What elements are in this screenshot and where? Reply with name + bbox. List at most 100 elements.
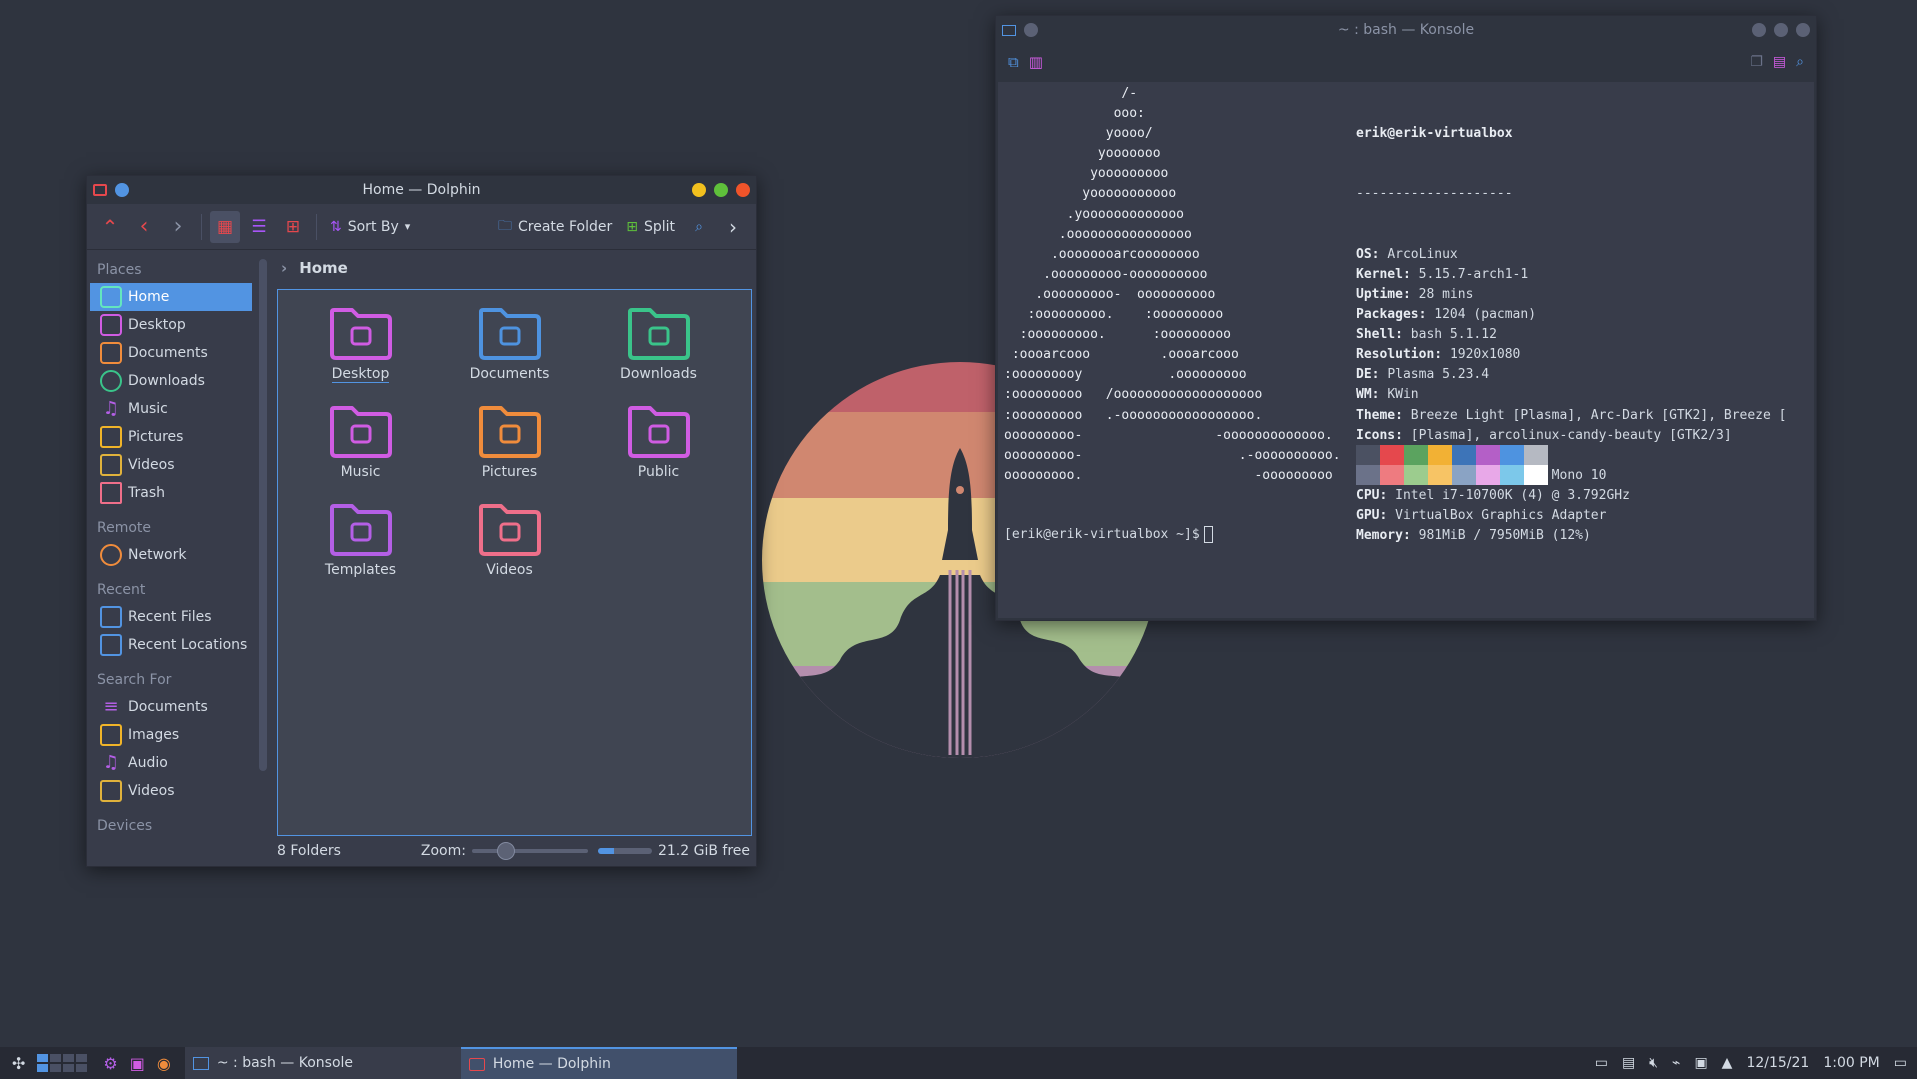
folder-item[interactable]: Videos — [435, 496, 584, 594]
usb-icon[interactable]: ⌁ — [1672, 1055, 1680, 1071]
more-button[interactable]: › — [718, 211, 748, 243]
find-icon[interactable]: ⌕ — [1796, 54, 1804, 70]
sidebar-item-recent-locations[interactable]: Recent Locations — [90, 631, 252, 659]
maximize-button[interactable] — [1774, 23, 1788, 37]
sidebar-item-recent-files[interactable]: Recent Files — [90, 603, 252, 631]
sidebar-item-videos[interactable]: Videos — [90, 451, 252, 479]
network-icon — [100, 544, 122, 566]
details-view-button[interactable]: ☰ — [244, 211, 274, 243]
icon-view[interactable]: Desktop Documents Downloads Music Pictur… — [277, 289, 752, 836]
forward-arrow-icon: › — [173, 214, 183, 239]
info-line: Icons: [Plasma], arcolinux-candy-beauty … — [1356, 427, 1732, 443]
folder-name: Public — [637, 464, 680, 480]
info-line: Theme: Breeze Light [Plasma], Arc-Dark [… — [1356, 407, 1787, 423]
screenshot-icon[interactable]: ▭ — [1595, 1055, 1608, 1071]
taskbar: ✣ ⚙ ▣ ◉ ~ : bash — Konsole Home — Dolphi… — [0, 1047, 1917, 1079]
close-button[interactable] — [1796, 23, 1810, 37]
minimize-button[interactable] — [1752, 23, 1766, 37]
sidebar-item-search-images[interactable]: Images — [90, 721, 252, 749]
split-button[interactable]: ⊞ Split — [621, 211, 680, 243]
settings-icon[interactable]: ⚙ — [103, 1054, 117, 1073]
info-value: KWin — [1387, 387, 1419, 403]
folder-item[interactable]: Music — [286, 398, 435, 496]
sidebar-item-desktop[interactable]: Desktop — [90, 311, 252, 339]
window-title: Home — Dolphin — [362, 182, 481, 198]
breadcrumb[interactable]: › Home — [277, 251, 752, 285]
icons-view-button[interactable]: ▦ — [210, 210, 240, 243]
tree-view-button[interactable]: ⊞ — [278, 211, 308, 243]
konsole-window[interactable]: ~ : bash — Konsole ⧉ ▥ ❐ ▤ ⌕ /- ooo: yoo… — [995, 15, 1817, 621]
date[interactable]: 12/15/21 — [1746, 1055, 1809, 1071]
time[interactable]: 1:00 PM — [1823, 1055, 1879, 1071]
folder-item[interactable]: Pictures — [435, 398, 584, 496]
app-launcher-icon[interactable]: ✣ — [12, 1054, 25, 1073]
pin-button[interactable] — [1024, 23, 1038, 37]
terminal-output[interactable]: /- ooo: yoooo/ yooooooo yooooooooo yoooo… — [998, 82, 1814, 618]
sidebar-item-search-videos[interactable]: Videos — [90, 777, 252, 805]
zoom-slider[interactable] — [471, 842, 588, 860]
paste-icon[interactable]: ▤ — [1773, 54, 1786, 70]
sidebar-scrollbar[interactable] — [259, 259, 267, 771]
public-folder-icon — [627, 406, 690, 458]
volume-muted-icon[interactable]: 🔇︎ — [1649, 1055, 1658, 1071]
search-button[interactable]: ⌕ — [684, 211, 714, 243]
folder-name: Documents — [469, 366, 550, 382]
maximize-button[interactable] — [714, 183, 728, 197]
sidebar-item-search-documents[interactable]: ≡ Documents — [90, 693, 252, 721]
folder-item[interactable]: Desktop — [286, 300, 435, 398]
zoom-slider-handle[interactable] — [497, 842, 516, 860]
task-dolphin[interactable]: Home — Dolphin — [460, 1047, 737, 1079]
folder-item[interactable]: Documents — [435, 300, 584, 398]
info-value: VirtualBox Graphics Adapter — [1395, 507, 1607, 523]
info-key: GPU — [1356, 507, 1380, 523]
folder-name: Downloads — [620, 366, 697, 382]
new-tab-icon[interactable]: ⧉ — [1008, 53, 1019, 71]
free-space: 21.2 GiB free — [657, 843, 750, 859]
info-key: Theme — [1356, 407, 1396, 423]
list-view-icon: ☰ — [251, 216, 267, 237]
info-key: Memory — [1356, 528, 1403, 544]
folder-count: 8 Folders — [277, 843, 341, 859]
back-arrow-icon: ‹ — [139, 214, 149, 239]
info-key: WM — [1356, 387, 1372, 403]
info-line: Resolution: 1920x1080 — [1356, 347, 1521, 363]
close-button[interactable] — [736, 183, 750, 197]
breadcrumb-home[interactable]: Home — [299, 259, 348, 277]
pager[interactable] — [37, 1054, 88, 1072]
templates-folder-icon — [329, 504, 392, 556]
info-line: Packages: 1204 (pacman) — [1356, 307, 1537, 323]
dolphin-titlebar[interactable]: Home — Dolphin — [87, 176, 756, 204]
back-button[interactable]: ‹ — [129, 211, 159, 243]
tray-expand-icon[interactable]: ▲ — [1722, 1055, 1733, 1071]
sidebar-item-music[interactable]: ♫ Music — [90, 395, 252, 423]
sidebar-item-home[interactable]: Home — [90, 283, 252, 311]
forward-button[interactable]: › — [163, 211, 193, 243]
pin-button[interactable] — [115, 183, 129, 197]
create-folder-button[interactable]: 🗀 Create Folder — [493, 211, 617, 243]
network-tray-icon[interactable]: ▣ — [1694, 1055, 1707, 1071]
dolphin-window[interactable]: Home — Dolphin ⌃ ‹ › ▦ ☰ ⊞ ⇅ Sort By ▾ 🗀… — [86, 175, 757, 867]
sort-by-button[interactable]: ⇅ Sort By ▾ — [325, 211, 415, 243]
up-arrow-icon: ⌃ — [101, 214, 119, 239]
up-button[interactable]: ⌃ — [95, 211, 125, 243]
store-icon[interactable]: ▣ — [130, 1054, 145, 1073]
task-konsole[interactable]: ~ : bash — Konsole — [184, 1047, 461, 1079]
firefox-icon[interactable]: ◉ — [157, 1054, 171, 1073]
sidebar-item-downloads[interactable]: Downloads — [90, 367, 252, 395]
folder-item[interactable]: Templates — [286, 496, 435, 594]
grid-view-icon: ▦ — [216, 216, 234, 237]
chevron-down-icon: ▾ — [404, 220, 411, 233]
folder-item[interactable]: Public — [584, 398, 733, 496]
split-view-icon[interactable]: ▥ — [1029, 53, 1043, 71]
sidebar-item-network[interactable]: Network — [90, 541, 252, 569]
copy-icon[interactable]: ❐ — [1750, 54, 1763, 70]
clipboard-icon[interactable]: ▤ — [1622, 1055, 1635, 1071]
sidebar-item-documents[interactable]: Documents — [90, 339, 252, 367]
folder-item[interactable]: Downloads — [584, 300, 733, 398]
sidebar-item-trash[interactable]: Trash — [90, 479, 252, 507]
sidebar-item-search-audio[interactable]: ♫ Audio — [90, 749, 252, 777]
konsole-titlebar[interactable]: ~ : bash — Konsole — [996, 16, 1816, 44]
show-desktop-icon[interactable]: ▭ — [1894, 1055, 1907, 1071]
sidebar-item-pictures[interactable]: Pictures — [90, 423, 252, 451]
minimize-button[interactable] — [692, 183, 706, 197]
